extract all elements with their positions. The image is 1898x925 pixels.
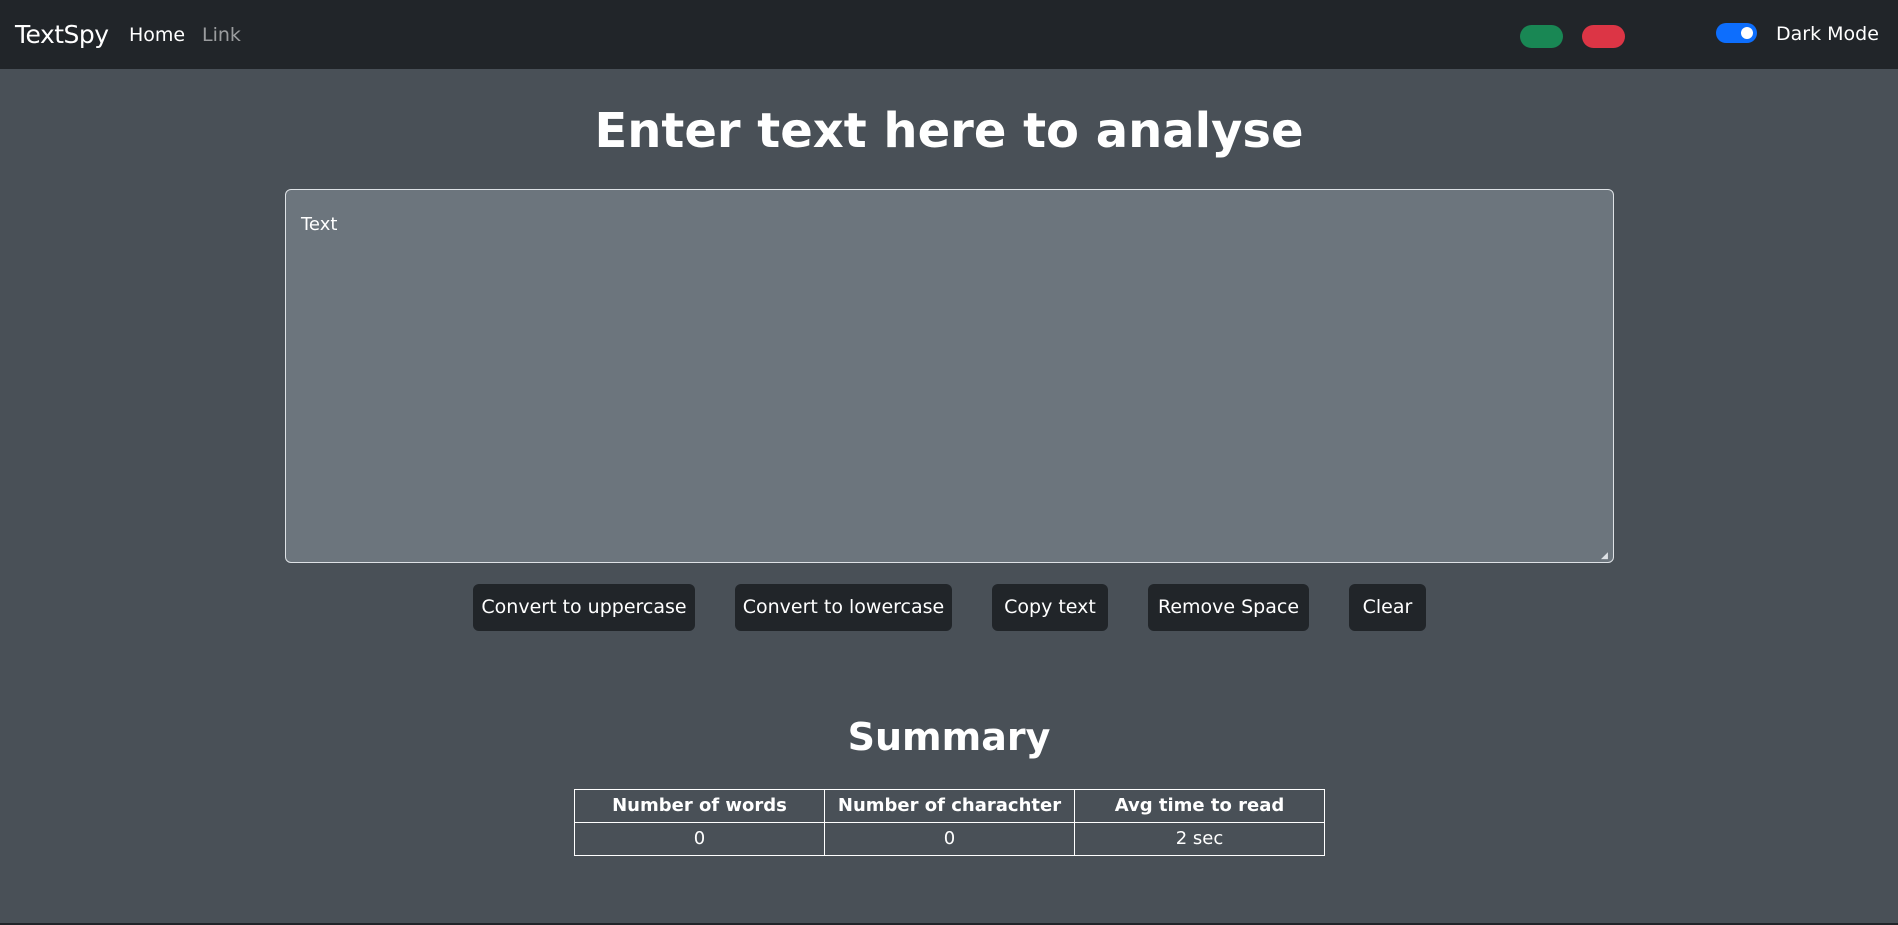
read-time: 2 sec	[1074, 822, 1325, 856]
toggle-knob	[1741, 27, 1753, 39]
convert-lowercase-button[interactable]: Convert to lowercase	[735, 584, 952, 631]
table-header-row: Number of words Number of charachter Avg…	[574, 789, 1325, 823]
nav-link-link[interactable]: Link	[202, 23, 241, 47]
page-title: Enter text here to analyse	[594, 103, 1304, 159]
word-count: 0	[574, 822, 825, 856]
convert-uppercase-button[interactable]: Convert to uppercase	[473, 584, 695, 631]
character-count: 0	[824, 822, 1075, 856]
copy-text-button[interactable]: Copy text	[992, 584, 1108, 631]
clear-button[interactable]: Clear	[1349, 584, 1426, 631]
red-theme-button[interactable]	[1582, 25, 1625, 48]
dark-mode-label[interactable]: Dark Mode	[1776, 21, 1879, 47]
table-row: 0 0 2 sec	[574, 822, 1325, 856]
header-words: Number of words	[574, 789, 825, 823]
summary-title: Summary	[847, 715, 1051, 759]
text-input[interactable]	[285, 189, 1614, 563]
resize-handle-icon[interactable]: ◢	[1601, 551, 1611, 561]
brand-logo[interactable]: TextSpy	[15, 19, 109, 51]
remove-space-button[interactable]: Remove Space	[1148, 584, 1309, 631]
green-theme-button[interactable]	[1520, 25, 1563, 48]
header-read-time: Avg time to read	[1074, 789, 1325, 823]
summary-table: Number of words Number of charachter Avg…	[574, 789, 1325, 856]
nav-link-home[interactable]: Home	[129, 23, 185, 47]
dark-mode-toggle[interactable]	[1716, 23, 1757, 43]
header-characters: Number of charachter	[824, 789, 1075, 823]
navbar: TextSpy Home Link Dark Mode	[0, 0, 1898, 69]
